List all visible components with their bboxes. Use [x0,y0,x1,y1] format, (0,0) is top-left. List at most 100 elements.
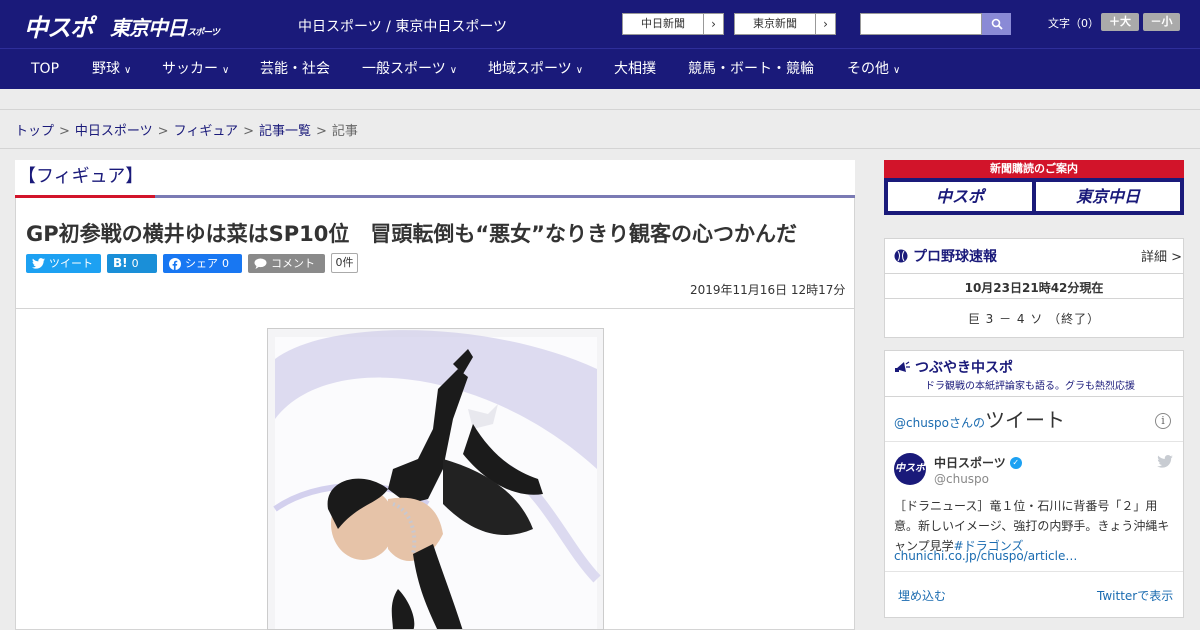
nav-item-sumo[interactable]: 大相撲 [614,49,656,89]
tweets-widget-title: つぶやき中スポ [915,360,1013,376]
divider [885,298,1183,299]
breadcrumb-figure[interactable]: フィギュア [174,124,238,139]
nav-item-other[interactable]: その他 ∨ [847,49,900,89]
nav-item-racing[interactable]: 競馬・ボート・競輪 [688,49,814,89]
twitter-bird-icon [32,258,45,269]
chuspo-logo[interactable]: 中スポ [24,8,94,43]
breadcrumb-separator: > [315,124,327,139]
nav-label: 芸能・社会 [260,61,330,77]
nav-item-local-sports[interactable]: 地域スポーツ ∨ [488,49,583,89]
hatena-count: 0 [131,257,139,270]
chevron-down-icon: ∨ [449,65,458,76]
nav-label: TOP [31,61,60,77]
article-photo[interactable] [267,328,604,630]
tweet-handle[interactable]: @chuspo [934,472,989,486]
hatena-icon: B! [113,256,128,270]
twitter-bird-icon [1157,455,1173,468]
tweets-widget-subtitle: ドラ観戦の本紙評論家も語る。グラも熱烈応援 [925,381,1135,392]
speech-bubble-icon [254,258,267,269]
nav-item-baseball[interactable]: 野球 ∨ [92,49,131,89]
tweet-link[interactable]: chunichi.co.jp/chuspo/article… [894,549,1077,563]
text-size-label: 文字（0） [1048,17,1099,30]
search-input[interactable] [860,13,982,35]
tweet-text: ［ドラニュース］竜１位・石川に背番号「２」用意。新しいイメージ、強打の内野手。き… [894,496,1178,556]
chunichi-newspaper-label: 中日新聞 [641,17,685,30]
chevron-down-icon: ∨ [124,65,132,76]
chevron-right-icon: › [815,14,835,34]
tokyo-newspaper-button[interactable]: 東京新聞 › [734,13,836,35]
tweets-user-label: @chuspoさんの [894,416,986,430]
tokyo-chunichi-logo[interactable]: 東京中日スポーツ [110,12,220,41]
breadcrumb-top[interactable]: トップ [15,124,54,139]
comment-button[interactable]: コメント [248,254,325,273]
category-title: 【フィギュア】 [18,166,144,187]
breadcrumb-article-list[interactable]: 記事一覧 [259,124,311,139]
breadcrumb-current: 記事 [331,124,358,139]
chunichi-newspaper-button[interactable]: 中日新聞 › [622,13,724,35]
divider [885,273,1183,274]
info-icon[interactable]: i [1155,413,1171,429]
chevron-down-icon: ∨ [893,65,901,76]
text-size-plus-button[interactable]: ＋大 [1101,13,1139,31]
tokyo-chunichi-subscribe-logo[interactable]: 東京中日 [1036,182,1180,211]
article-date: 2019年11月16日 12時17分 [690,283,846,297]
baseball-details-link[interactable]: 詳細 > [1141,246,1182,265]
avatar[interactable]: 中スポ [894,453,926,485]
breadcrumb-divider [0,148,1200,149]
chuspo-subscribe-logo[interactable]: 中スポ [888,182,1032,211]
breadcrumb-chuspo[interactable]: 中日スポーツ [75,124,153,139]
divider [885,396,1183,397]
site-links[interactable]: 中日スポーツ / 東京中日スポーツ [298,16,507,36]
comment-label: コメント [271,257,315,270]
view-on-twitter-link[interactable]: Twitterで表示 [1097,587,1173,604]
subscription-banner-title: 新聞購読のご案内 [990,162,1078,175]
tweet-author-name: 中日スポーツ [934,456,1006,470]
nav-item-soccer[interactable]: サッカー ∨ [162,49,229,89]
nav-item-general-sports[interactable]: 一般スポーツ ∨ [362,49,457,89]
nav-spacer [0,89,1200,110]
tokyo-newspaper-label: 東京新聞 [753,17,797,30]
facebook-icon [169,257,181,270]
divider [885,571,1183,572]
baseball-score[interactable]: 巨 3 － 4 ソ （終了） [885,310,1183,327]
tweet-author[interactable]: 中日スポーツ ✓ [934,454,1022,471]
verified-badge-icon: ✓ [1009,456,1022,469]
hatena-bookmark-button[interactable]: B! 0 [107,254,157,273]
tweets-timeline-header[interactable]: @chuspoさんのツイート [894,404,1065,433]
text-size-minus-button[interactable]: －小 [1143,13,1180,31]
baseball-icon [894,249,908,263]
search-button[interactable] [982,13,1011,35]
divider [885,441,1183,442]
facebook-share-count: 0 [222,257,229,270]
breadcrumb-separator: > [59,124,70,139]
baseball-update-time: 10月23日21時42分現在 [964,281,1104,295]
tokyo-logo-text: 東京中日 [110,16,187,40]
main-nav: TOP 野球 ∨ サッカー ∨ 芸能・社会 一般スポーツ ∨ 地域スポーツ ∨ 大相撲 … [0,48,1200,89]
baseball-scores-title: プロ野球速報 [913,249,997,265]
article-headline: GP初参戦の横井ゆは菜はSP10位 冒頭転倒も“悪女”なりきり観客の心つかんだ [26,222,797,246]
tweet-label: ツイート [49,257,93,270]
tokyo-logo-small: スポーツ [187,28,220,38]
figure-skater-image [268,329,603,629]
tweet-body: ［ドラニュース］竜１位・石川に背番号「２」用意。新しいイメージ、強打の内野手。き… [894,499,1170,553]
nav-label: 野球 [92,61,120,77]
chevron-right-icon: › [703,14,723,34]
facebook-share-label: シェア [185,257,218,270]
nav-label: 地域スポーツ [488,61,572,77]
chevron-down-icon: ∨ [575,65,584,76]
nav-item-entertainment[interactable]: 芸能・社会 [260,49,330,89]
facebook-share-button[interactable]: シェア 0 [163,254,242,273]
article-divider [16,308,854,309]
top-header: 中スポ 東京中日スポーツ 中日スポーツ / 東京中日スポーツ 中日新聞 › 東京… [0,0,1200,48]
tweet-button[interactable]: ツイート [26,254,101,273]
nav-label: 大相撲 [614,61,656,77]
search-icon [991,18,1003,30]
nav-item-top[interactable]: TOP [31,49,59,89]
tweets-widget-header: つぶやき中スポ [894,357,1013,377]
nav-label: その他 [847,61,889,77]
nav-label: 一般スポーツ [362,61,446,77]
comment-count: 0件 [331,253,358,273]
embed-link[interactable]: 埋め込む [898,587,946,604]
breadcrumb: トップ > 中日スポーツ > フィギュア > 記事一覧 > 記事 [15,120,358,139]
nav-label: 競馬・ボート・競輪 [688,61,814,77]
